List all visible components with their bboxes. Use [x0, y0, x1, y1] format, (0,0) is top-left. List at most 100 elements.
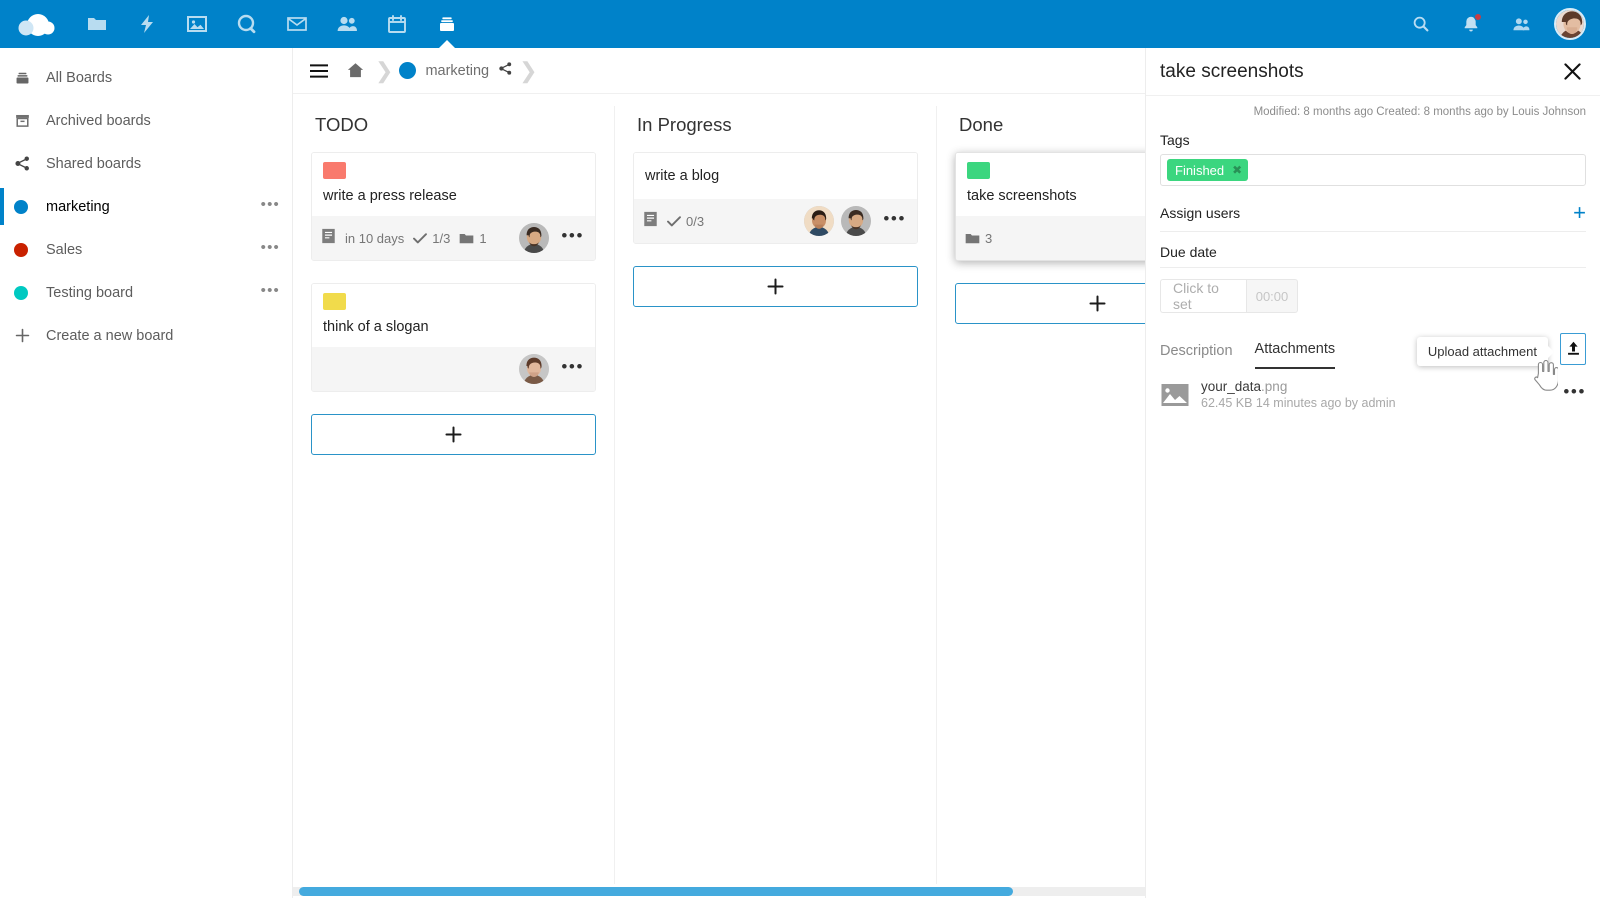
- sidebar-item-label: Create a new board: [46, 327, 174, 344]
- due-time-input[interactable]: 00:00: [1246, 279, 1298, 313]
- sidebar-item-sales[interactable]: Sales •••: [0, 228, 292, 271]
- sidebar-item-label: Shared boards: [46, 155, 142, 172]
- add-card-button-todo[interactable]: [311, 414, 596, 456]
- image-file-icon: [1160, 382, 1190, 408]
- share-icon: [14, 155, 44, 172]
- card-write-a-blog[interactable]: write a blog 0/3 •••: [633, 152, 918, 245]
- card-due-date: in 10 days: [345, 230, 405, 246]
- nextcloud-logo[interactable]: [0, 0, 72, 48]
- top-navigation-bar: [0, 0, 1600, 48]
- card-write-a-press-release[interactable]: write a press release in 10 days 1/3 1 •…: [311, 152, 596, 262]
- stack-todo: TODO write a press release in 10 days 1/…: [293, 106, 615, 884]
- avatar: [804, 206, 835, 237]
- contacts-menu-icon[interactable]: [1496, 0, 1546, 48]
- board-color-dot: [399, 62, 417, 79]
- card-tasks-count: 0/3: [667, 214, 704, 229]
- plus-icon: [14, 327, 44, 344]
- card-attachments-count: 1: [459, 231, 487, 246]
- tags-input[interactable]: Finished ✖: [1160, 154, 1586, 186]
- search-icon[interactable]: [1396, 0, 1446, 48]
- card-menu-button[interactable]: •••: [880, 210, 909, 232]
- left-sidebar: All Boards Archived boards Shared boards…: [0, 48, 293, 898]
- attachment-list-item[interactable]: your_data.png 62.45 KB 14 minutes ago by…: [1160, 369, 1586, 410]
- breadcrumb-label: marketing: [425, 62, 490, 79]
- description-icon: [643, 211, 658, 232]
- card-menu-button[interactable]: •••: [558, 227, 587, 249]
- card-modified-created-info: Modified: 8 months ago Created: 8 months…: [1253, 106, 1586, 118]
- card-footer: in 10 days 1/3 1 •••: [312, 216, 595, 261]
- sidebar-item-archived-boards[interactable]: Archived boards: [0, 99, 292, 142]
- card-title: write a blog: [645, 168, 720, 184]
- files-app-icon[interactable]: [72, 0, 122, 48]
- upload-attachment-area: Upload attachment: [1416, 333, 1586, 369]
- breadcrumb-separator: ❯: [375, 57, 394, 83]
- card-menu-button[interactable]: •••: [558, 358, 587, 380]
- sidebar-item-marketing[interactable]: marketing •••: [0, 185, 292, 228]
- card-body: write a blog: [634, 153, 917, 200]
- notifications-bell-icon[interactable]: [1446, 0, 1496, 48]
- status-badge[interactable]: Finished ✖: [1167, 159, 1249, 181]
- upload-icon[interactable]: [1560, 333, 1586, 365]
- close-icon[interactable]: [1558, 58, 1586, 86]
- sidebar-item-label: Sales: [46, 241, 83, 258]
- attachment-info: your_data.png 62.45 KB 14 minutes ago by…: [1201, 379, 1552, 410]
- stack-title: In Progress: [637, 114, 732, 135]
- contacts-app-icon[interactable]: [322, 0, 372, 48]
- due-date-row: Click to set 00:00: [1160, 279, 1586, 313]
- tag-label: Finished: [1175, 162, 1225, 178]
- tags-label: Tags: [1160, 132, 1190, 148]
- due-date-input[interactable]: Click to set: [1160, 279, 1246, 313]
- card-body: write a press release: [312, 153, 595, 217]
- card-body: think of a slogan: [312, 284, 595, 348]
- attachment-meta: 62.45 KB 14 minutes ago by admin: [1201, 396, 1396, 410]
- card-detail-body: Modified: 8 months ago Created: 8 months…: [1146, 96, 1600, 410]
- scrollbar-thumb[interactable]: [299, 887, 1013, 896]
- mail-app-icon[interactable]: [272, 0, 322, 48]
- card-label-chip: [323, 293, 346, 311]
- activity-app-icon[interactable]: [122, 0, 172, 48]
- sidebar-item-create-new-board[interactable]: Create a new board: [0, 314, 292, 357]
- upload-attachment-tooltip: Upload attachment: [1416, 337, 1548, 366]
- breadcrumb[interactable]: marketing: [395, 61, 517, 81]
- notification-badge: [1474, 13, 1482, 21]
- hamburger-menu-icon[interactable]: [301, 53, 337, 89]
- card-detail-panel: take screenshots Modified: 8 months ago …: [1145, 48, 1600, 898]
- detail-tabs: Description Attachments Upload attachmen…: [1160, 333, 1586, 369]
- sidebar-item-menu-testing-board[interactable]: •••: [261, 283, 280, 302]
- archive-box-icon: [14, 112, 44, 129]
- sidebar-item-menu-marketing[interactable]: •••: [261, 197, 280, 216]
- card-think-of-a-slogan[interactable]: think of a slogan •••: [311, 283, 596, 393]
- avatar: [519, 223, 550, 254]
- description-icon: [321, 228, 336, 249]
- board-color-dot: [14, 285, 44, 300]
- sidebar-item-all-boards[interactable]: All Boards: [0, 56, 292, 99]
- assign-users-label: Assign users: [1160, 205, 1241, 221]
- attachment-menu-button[interactable]: •••: [1563, 383, 1586, 406]
- user-avatar[interactable]: [1554, 8, 1586, 40]
- add-card-button-in-progress[interactable]: [633, 266, 918, 308]
- tab-description[interactable]: Description: [1160, 343, 1233, 369]
- sidebar-item-testing-board[interactable]: Testing board •••: [0, 271, 292, 314]
- due-date-label: Due date: [1160, 244, 1586, 268]
- card-label-chip: [967, 162, 990, 179]
- sidebar-item-label: Testing board: [46, 284, 134, 301]
- stack-in-progress: In Progress write a blog 0/3 •••: [615, 106, 937, 884]
- attachment-filename: your_data.png: [1201, 379, 1288, 394]
- search-app-icon[interactable]: [222, 0, 272, 48]
- card-label-chip: [323, 162, 346, 179]
- card-detail-title: take screenshots: [1160, 60, 1304, 82]
- card-tasks-count: 1/3: [413, 231, 450, 246]
- remove-tag-icon[interactable]: ✖: [1232, 164, 1242, 176]
- sidebar-item-menu-sales[interactable]: •••: [261, 240, 280, 259]
- add-user-button[interactable]: +: [1573, 202, 1586, 224]
- calendar-app-icon[interactable]: [372, 0, 422, 48]
- photos-app-icon[interactable]: [172, 0, 222, 48]
- deck-app-icon[interactable]: [422, 0, 472, 48]
- share-icon[interactable]: [498, 61, 513, 81]
- sidebar-item-shared-boards[interactable]: Shared boards: [0, 142, 292, 185]
- home-icon[interactable]: [337, 53, 373, 89]
- sidebar-item-label: All Boards: [46, 69, 113, 86]
- deck-boards-icon: [14, 69, 44, 86]
- tab-attachments[interactable]: Attachments: [1254, 341, 1336, 369]
- card-attachments-count: 3: [965, 231, 992, 246]
